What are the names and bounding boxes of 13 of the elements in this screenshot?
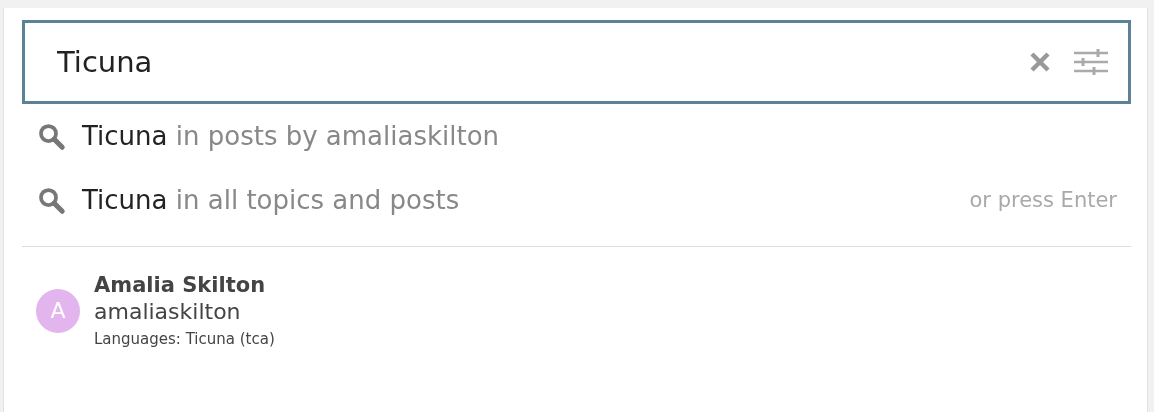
search-bar[interactable]: Ticuna [22, 20, 1131, 104]
search-suggestion[interactable]: Ticuna in all topics and posts or press Enter [22, 168, 1131, 232]
search-icon [36, 185, 66, 215]
search-suggestion[interactable]: Ticuna in posts by amaliaskilton [22, 104, 1131, 168]
search-icon [36, 121, 66, 151]
user-name[interactable]: Amalia Skilton [94, 273, 275, 297]
hint-text: or press Enter [969, 188, 1117, 212]
sliders-icon[interactable] [1074, 48, 1108, 76]
close-icon[interactable] [1028, 50, 1052, 74]
username: amaliaskilton [94, 299, 242, 324]
avatar: A [36, 288, 80, 333]
user-languages: Languages: Ticuna (tca) [94, 330, 275, 348]
search-input[interactable]: Ticuna [55, 44, 1006, 80]
